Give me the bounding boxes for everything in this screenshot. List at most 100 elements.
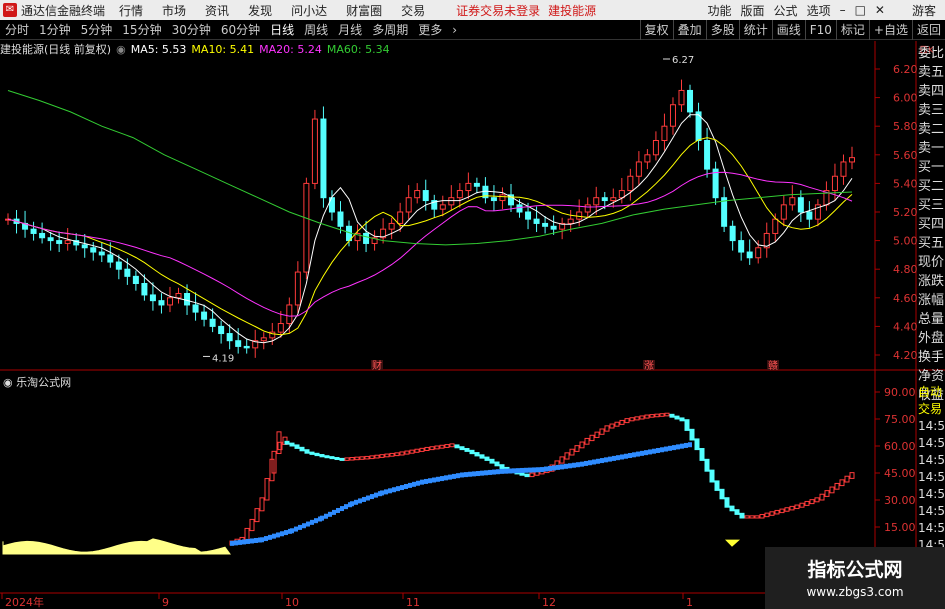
slow-line-seg [544,466,548,472]
event-marker: 财 [372,359,382,372]
settings-icon[interactable]: ◉ [3,376,16,389]
period-5min[interactable]: 5分钟 [81,21,113,38]
slow-line-seg [444,475,448,481]
candle-body [780,204,787,220]
chevron-right-icon[interactable]: › [452,23,457,37]
indicator-bar [454,444,460,449]
candle-body [542,222,549,227]
period-more[interactable]: 更多 [418,21,442,38]
period-weekly[interactable]: 周线 [304,21,328,38]
sub-panel-title: ◉ 乐淘公式网 [3,376,72,389]
sub-side-row-4: 14:56 [918,453,945,467]
candle-body [192,304,199,313]
indicator-bar [594,431,600,438]
slow-line-seg [516,468,520,474]
candle-body [64,240,71,244]
indicator-bar [289,442,295,447]
indicator-bar [774,509,780,515]
slow-line-seg [340,506,344,512]
period-15min[interactable]: 15分钟 [122,21,161,38]
menu-discover[interactable]: 发现 [248,2,272,19]
period-60min[interactable]: 60分钟 [221,21,260,38]
order-book-row-5: 卖一 [918,141,945,156]
candle-body [797,197,804,213]
low-label: 4.19 [212,353,234,364]
guest-label[interactable]: 游客 [912,2,936,19]
indicator-bar [284,440,290,445]
sub-side-row-2: 14:56 [918,419,945,433]
settings-icon[interactable]: ◉ [116,43,126,56]
menu-formula[interactable]: 公式 [774,2,798,19]
period-monthly[interactable]: 月线 [338,21,362,38]
stock-name-title: 建投能源 [548,3,597,18]
sub-side-row-6: 14:56 [918,487,945,501]
slow-line-seg [290,528,294,534]
menu-wealth[interactable]: 财富圈 [346,2,382,19]
period-30min[interactable]: 30分钟 [172,21,211,38]
x-axis-label: 11 [406,596,420,609]
order-book-row-14: 总量 [918,312,945,327]
price-chart[interactable]: 6.20 6.00 5.80 5.60 5.40 5.20 5.00 4.80 4.60 4.40… [0,41,945,609]
add-watchlist-button[interactable]: +自选 [868,20,912,40]
slow-line-seg [436,476,440,482]
overlay-button[interactable]: 叠加 [672,20,706,40]
back-button[interactable]: 返回 [911,20,945,40]
close-icon[interactable]: ✕ [875,3,885,17]
indicator-bar [444,444,450,448]
indicator-bar [254,508,260,523]
ma5-label: MA5: 5.53 [130,42,187,56]
candle-body [746,251,753,259]
stats-button[interactable]: 统计 [738,20,772,40]
slow-line-seg [496,469,500,475]
price-tick-label: 5.60 [893,149,918,162]
indicator-bar [794,504,800,510]
price-tick-label: 6.00 [893,92,918,105]
period-daily[interactable]: 日线 [270,21,294,38]
candle-body [721,197,728,227]
menu-quotes[interactable]: 行情 [119,2,143,19]
indicator-bar [664,412,670,417]
draw-button[interactable]: 画线 [771,20,805,40]
slow-line-seg [246,538,250,544]
indicator-bar [744,515,750,519]
menu-trade[interactable]: 交易 [401,2,425,19]
period-1min[interactable]: 1分钟 [39,21,71,38]
period-tick[interactable]: 分时 [5,21,29,38]
slow-line-seg [428,478,432,484]
slow-line-seg [328,511,332,517]
candle-body [115,261,122,270]
candle-body [661,125,668,141]
indicator-bar [629,417,635,422]
watermark-title: 指标公式网 [807,559,903,581]
order-book-row-11: 现价 [918,255,945,270]
multi-stock-button[interactable]: 多股 [705,20,739,40]
indicator-bar [439,444,445,449]
candle-body [107,254,114,263]
slow-line-seg [564,463,568,469]
minimize-icon[interactable]: – [840,3,846,17]
slow-line-seg [460,472,464,478]
order-book-row-1: 卖五 [918,65,945,80]
maximize-icon[interactable]: □ [855,3,866,17]
slow-line-seg [616,455,620,461]
slow-line-seg [476,471,480,477]
login-alert[interactable]: 证券交易未登录 [456,2,540,19]
period-multi[interactable]: 多周期 [372,21,408,38]
slow-line-seg [452,473,456,479]
menu-market[interactable]: 市场 [162,2,186,19]
menu-news[interactable]: 资讯 [205,2,229,19]
candle-body [81,244,88,249]
menu-ask[interactable]: 问小达 [291,2,327,19]
indicator-bar [729,505,735,512]
slow-line-seg [528,467,532,473]
menu-options[interactable]: 选项 [807,2,831,19]
ma60-label: MA60: 5.34 [326,42,390,56]
menu-layout[interactable]: 版面 [741,2,765,19]
indicator-bar [709,469,715,483]
adjust-button[interactable]: 复权 [639,20,673,40]
slow-line-seg [548,465,552,471]
f10-button[interactable]: F10 [804,20,836,40]
candle-body [456,190,463,199]
menu-function[interactable]: 功能 [708,2,732,19]
mark-button[interactable]: 标记 [835,20,869,40]
